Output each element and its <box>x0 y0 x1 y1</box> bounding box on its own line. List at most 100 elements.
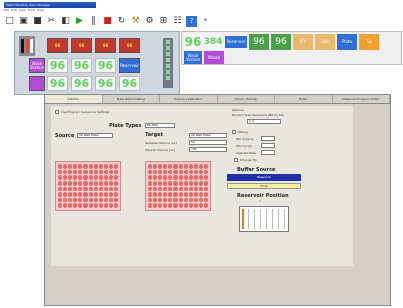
plate-well[interactable] <box>158 175 163 180</box>
plate-well[interactable] <box>173 180 178 186</box>
plate-well[interactable] <box>193 164 198 169</box>
plate-well[interactable] <box>188 186 193 192</box>
plate-well[interactable] <box>198 186 203 192</box>
plate-well[interactable] <box>83 180 88 186</box>
plate-well[interactable] <box>108 180 113 186</box>
hopper-label-1[interactable]: P/V <box>293 34 313 50</box>
plate-well[interactable] <box>108 169 113 175</box>
plate-well[interactable] <box>168 175 173 180</box>
plate-well[interactable] <box>63 186 68 192</box>
plate-well[interactable] <box>148 175 153 180</box>
change-tip-checkbox[interactable] <box>234 158 238 162</box>
plate-well[interactable] <box>188 169 193 175</box>
plate-well[interactable] <box>153 203 158 208</box>
plate-well[interactable] <box>78 169 83 175</box>
plate-well[interactable] <box>153 197 158 203</box>
deck-plate-7[interactable]: 96 <box>119 76 140 91</box>
use-preset-checkbox[interactable] <box>55 110 59 114</box>
plate-well[interactable] <box>188 175 193 180</box>
buffer-reservoir-option[interactable]: Reservoir <box>227 174 301 181</box>
plate-well[interactable] <box>173 197 178 203</box>
plate-well[interactable] <box>68 203 73 208</box>
plate-well[interactable] <box>93 175 98 180</box>
hopper-label-4[interactable]: Tip <box>359 34 379 50</box>
plate-well[interactable] <box>173 192 178 197</box>
plate-well[interactable] <box>88 169 93 175</box>
plate-well[interactable] <box>68 197 73 203</box>
plate-well[interactable] <box>108 203 113 208</box>
plate-well[interactable] <box>153 175 158 180</box>
tip-rack[interactable] <box>19 36 35 56</box>
tab-elisa[interactable]: ELISA <box>275 95 333 103</box>
plate-well[interactable] <box>168 203 173 208</box>
plate-well[interactable] <box>148 197 153 203</box>
plate-well[interactable] <box>108 197 113 203</box>
plate-well[interactable] <box>93 169 98 175</box>
plate-well[interactable] <box>178 197 183 203</box>
stop-icon[interactable]: ■ <box>102 16 113 27</box>
plate-well[interactable] <box>68 180 73 186</box>
target-plate-map[interactable] <box>145 161 211 211</box>
plate-well[interactable] <box>148 180 153 186</box>
mix-volume-input[interactable] <box>261 136 275 141</box>
plate-well[interactable] <box>103 180 108 186</box>
plate-well[interactable] <box>113 175 118 180</box>
plate-well[interactable] <box>168 164 173 169</box>
tab-dilution[interactable]: Dilution <box>45 95 103 103</box>
plate-well[interactable] <box>158 203 163 208</box>
plate-well[interactable] <box>63 164 68 169</box>
plate-well[interactable] <box>153 169 158 175</box>
mixing-checkbox[interactable] <box>232 130 236 134</box>
plate-well[interactable] <box>188 164 193 169</box>
menu-edit[interactable]: Edit <box>11 8 17 12</box>
plate-well[interactable] <box>193 197 198 203</box>
plate-well[interactable] <box>88 186 93 192</box>
plate-well[interactable] <box>68 175 73 180</box>
plate-well[interactable] <box>78 180 83 186</box>
plate-well[interactable] <box>198 169 203 175</box>
plate-well[interactable] <box>203 192 208 197</box>
plate-well[interactable] <box>183 169 188 175</box>
plate-well[interactable] <box>113 186 118 192</box>
plate-well[interactable] <box>63 197 68 203</box>
plate-well[interactable] <box>153 180 158 186</box>
plate-well[interactable] <box>58 197 63 203</box>
plate-well[interactable] <box>163 169 168 175</box>
plate-well[interactable] <box>198 192 203 197</box>
plate-well[interactable] <box>73 180 78 186</box>
tab-pooling[interactable]: Pooling Application <box>160 95 218 103</box>
samples-volume-input[interactable]: 50 <box>189 140 227 145</box>
plate-well[interactable] <box>103 197 108 203</box>
pause-icon[interactable]: ‖ <box>88 16 99 27</box>
new-icon[interactable]: □ <box>4 16 15 27</box>
deck-plate-6[interactable]: 96 <box>95 76 116 91</box>
deck-slot-2[interactable]: 96 <box>71 38 92 53</box>
plate-well[interactable] <box>88 192 93 197</box>
plate-well[interactable] <box>163 186 168 192</box>
plate-well[interactable] <box>93 197 98 203</box>
plate-well[interactable] <box>63 169 68 175</box>
plate-well[interactable] <box>98 192 103 197</box>
plate-well[interactable] <box>153 164 158 169</box>
deck-slot-4[interactable]: 96 <box>119 38 140 53</box>
paste-icon[interactable]: ◧ <box>60 16 71 27</box>
plate-well[interactable] <box>183 192 188 197</box>
plate-well[interactable] <box>188 180 193 186</box>
plate-well[interactable] <box>193 180 198 186</box>
plate-well[interactable] <box>163 192 168 197</box>
plate-well[interactable] <box>83 192 88 197</box>
plate-well[interactable] <box>103 175 108 180</box>
hopper-waste[interactable]: Waste <box>204 51 224 64</box>
plate-well[interactable] <box>113 192 118 197</box>
plate-well[interactable] <box>88 164 93 169</box>
plate-well[interactable] <box>203 169 208 175</box>
plate-well[interactable] <box>103 164 108 169</box>
plate-well[interactable] <box>198 180 203 186</box>
plate-well[interactable] <box>188 197 193 203</box>
plate-well[interactable] <box>193 203 198 208</box>
plate-well[interactable] <box>203 180 208 186</box>
plate-well[interactable] <box>193 175 198 180</box>
target-select[interactable]: 96 Well Plate <box>189 133 227 138</box>
plate-well[interactable] <box>58 175 63 180</box>
tab-advanced[interactable]: Advanced Program Editor <box>333 95 390 103</box>
